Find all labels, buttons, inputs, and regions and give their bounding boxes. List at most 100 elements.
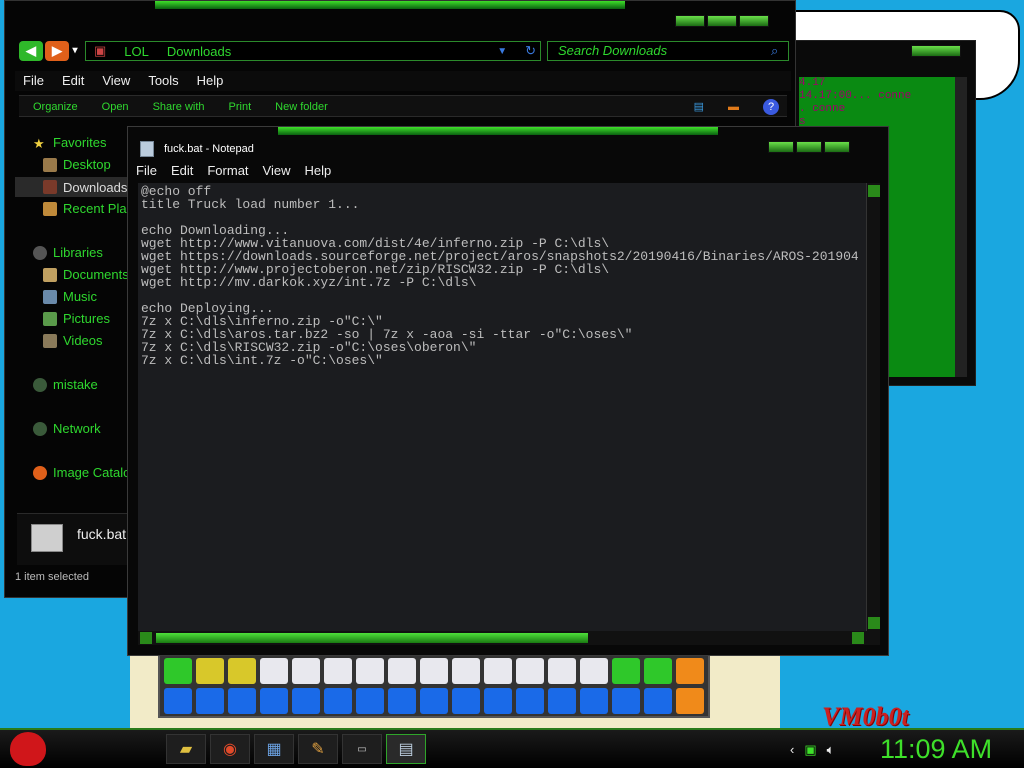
chevron-down-icon[interactable]: ▾ (69, 41, 81, 61)
menu-help[interactable]: Help (197, 71, 224, 91)
forward-button[interactable]: ▶ (45, 41, 69, 61)
board-tile[interactable] (452, 688, 480, 714)
nav-documents[interactable]: Documents (43, 267, 129, 282)
menu-format[interactable]: Format (207, 163, 248, 178)
board-tile[interactable] (452, 658, 480, 684)
menu-view[interactable]: View (263, 163, 291, 178)
taskbar-network-app[interactable]: ▦ (254, 734, 294, 764)
nav-image-catalog[interactable]: Image Catalo (33, 465, 130, 480)
minimize-button[interactable] (675, 15, 705, 27)
board-tile[interactable] (260, 688, 288, 714)
nav-mistake[interactable]: mistake (33, 377, 98, 392)
menu-edit[interactable]: Edit (171, 163, 193, 178)
close-button[interactable] (824, 141, 850, 153)
board-tile[interactable] (356, 688, 384, 714)
taskbar-notepad[interactable]: ▤ (386, 734, 426, 764)
print-button[interactable]: Print (229, 96, 252, 116)
board-tile[interactable] (420, 688, 448, 714)
board-tile[interactable] (676, 688, 704, 714)
nav-music[interactable]: Music (43, 289, 97, 304)
board-tile[interactable] (228, 658, 256, 684)
nav-downloads[interactable]: Downloads (15, 177, 131, 197)
title-bar[interactable] (278, 127, 718, 135)
chevron-down-icon[interactable]: ▼ (497, 46, 507, 57)
address-bar[interactable]: ▣ LOL Downloads ▼ ↻ (85, 41, 541, 61)
board-tile[interactable] (324, 688, 352, 714)
maximize-button[interactable] (707, 15, 737, 27)
taskbar-cmd[interactable]: ▭ (342, 734, 382, 764)
board-tile[interactable] (484, 658, 512, 684)
board-tile[interactable] (324, 658, 352, 684)
board-tile[interactable] (260, 658, 288, 684)
search-icon[interactable]: ⌕ (771, 43, 778, 59)
taskbar-chrome[interactable]: ◉ (210, 734, 250, 764)
board-tile[interactable] (420, 658, 448, 684)
help-icon[interactable]: ? (763, 99, 779, 115)
preview-pane-icon[interactable]: ▬ (728, 96, 739, 116)
board-tile[interactable] (164, 688, 192, 714)
menu-tools[interactable]: Tools (148, 71, 178, 91)
menu-file[interactable]: File (136, 163, 157, 178)
minimize-button[interactable] (768, 141, 794, 153)
board-tile[interactable] (644, 658, 672, 684)
board-tile[interactable] (580, 658, 608, 684)
scroll-right-arrow[interactable] (852, 632, 864, 644)
horizontal-scrollbar[interactable] (138, 631, 880, 645)
menu-file[interactable]: File (23, 71, 44, 91)
scroll-left-arrow[interactable] (140, 632, 152, 644)
nav-recent-places[interactable]: Recent Pla (43, 201, 127, 216)
terminal-scrollbar[interactable] (955, 77, 967, 377)
scroll-thumb[interactable] (156, 633, 588, 643)
board-tile[interactable] (196, 688, 224, 714)
text-editor[interactable]: @echo off title Truck load number 1... ech… (138, 183, 866, 631)
nav-videos[interactable]: Videos (43, 333, 103, 348)
game-board[interactable] (158, 654, 710, 718)
board-tile[interactable] (612, 688, 640, 714)
network-status-icon[interactable]: ▣ (804, 742, 816, 758)
board-tile[interactable] (580, 688, 608, 714)
breadcrumb-lol[interactable]: LOL (124, 44, 149, 59)
board-tile[interactable] (612, 658, 640, 684)
board-tile[interactable] (164, 658, 192, 684)
breadcrumb-downloads[interactable]: Downloads (167, 44, 231, 59)
view-options-icon[interactable]: ▤ (694, 96, 704, 116)
board-tile[interactable] (644, 688, 672, 714)
board-tile[interactable] (548, 688, 576, 714)
close-button[interactable] (739, 15, 769, 27)
volume-icon[interactable]: 🔈︎ (827, 742, 835, 758)
organize-button[interactable]: Organize (33, 96, 78, 116)
board-tile[interactable] (516, 688, 544, 714)
maximize-button[interactable] (796, 141, 822, 153)
share-with-button[interactable]: Share with (153, 96, 205, 116)
open-button[interactable]: Open (102, 96, 129, 116)
start-button[interactable] (10, 732, 46, 766)
title-bar[interactable] (155, 1, 625, 9)
menu-help[interactable]: Help (304, 163, 331, 178)
board-tile[interactable] (548, 658, 576, 684)
board-tile[interactable] (484, 688, 512, 714)
board-tile[interactable] (516, 658, 544, 684)
scroll-down-arrow[interactable] (868, 617, 880, 629)
board-tile[interactable] (388, 688, 416, 714)
refresh-icon[interactable]: ↻ (525, 43, 540, 59)
clock[interactable]: 11:09 AM (880, 734, 992, 765)
vertical-scrollbar[interactable] (866, 183, 880, 631)
menu-edit[interactable]: Edit (62, 71, 84, 91)
board-tile[interactable] (228, 688, 256, 714)
board-tile[interactable] (292, 658, 320, 684)
taskbar-explorer[interactable]: ▰ (166, 734, 206, 764)
board-tile[interactable] (388, 658, 416, 684)
back-button[interactable]: ◀ (19, 41, 43, 61)
nav-desktop[interactable]: Desktop (43, 157, 111, 172)
taskbar-paint[interactable]: ✎ (298, 734, 338, 764)
menu-view[interactable]: View (102, 71, 130, 91)
board-tile[interactable] (196, 658, 224, 684)
scroll-up-arrow[interactable] (868, 185, 880, 197)
chevron-left-icon[interactable]: ‹ (790, 742, 794, 758)
board-tile[interactable] (676, 658, 704, 684)
board-tile[interactable] (292, 688, 320, 714)
nav-pictures[interactable]: Pictures (43, 311, 110, 326)
notepad-window[interactable]: fuck.bat - Notepad File Edit Format View… (127, 126, 889, 656)
nav-libraries[interactable]: Libraries (33, 245, 103, 260)
search-input[interactable]: Search Downloads (547, 41, 789, 61)
